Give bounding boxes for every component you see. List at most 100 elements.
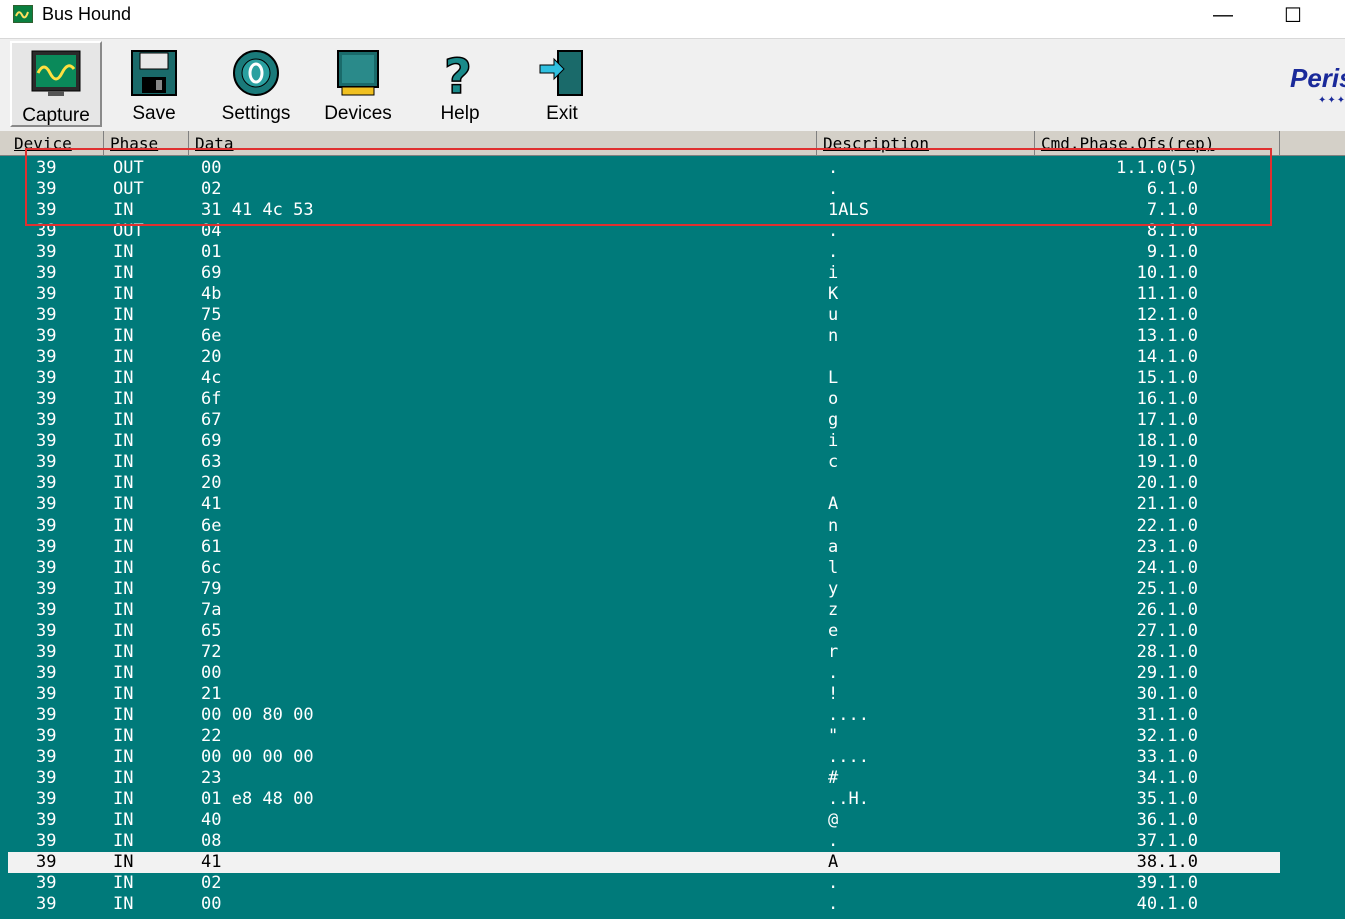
table-row[interactable]: 39 IN 00 00 00 00.... 33.1.0	[8, 747, 1280, 768]
table-row[interactable]: 39 IN 7a z 26.1.0	[8, 600, 1280, 621]
row-description: e	[828, 620, 839, 641]
row-cmd: 29.1.0	[1136, 662, 1198, 683]
row-phase: IN	[113, 410, 134, 431]
row-phase: OUT	[113, 179, 144, 200]
table-row[interactable]: 39 IN 4b K 11.1.0	[8, 284, 1280, 305]
row-phase: IN	[113, 494, 134, 515]
row-cmd: 22.1.0	[1136, 515, 1198, 536]
minimize-button[interactable]: —	[1200, 0, 1246, 30]
row-description: 1ALS	[828, 200, 869, 221]
table-row[interactable]: 39 IN 6f o 16.1.0	[8, 389, 1280, 410]
gear-icon	[230, 47, 282, 99]
row-description: ....	[828, 704, 869, 725]
row-data: 6c	[201, 557, 222, 578]
row-data: 23	[201, 767, 222, 788]
row-data: 00	[201, 662, 222, 683]
table-row[interactable]: 39 IN 08. 37.1.0	[8, 831, 1280, 852]
table-row[interactable]: 39 IN 22 " 32.1.0	[8, 726, 1280, 747]
table-row[interactable]: 39 IN 41 A 38.1.0	[8, 851, 1280, 873]
row-phase: IN	[113, 767, 134, 788]
table-row[interactable]: 39 IN 01. 9.1.0	[8, 242, 1280, 263]
row-device: 39	[36, 683, 57, 704]
row-data: 31 41 4c 53	[201, 200, 314, 221]
table-row[interactable]: 39 OUT 00. 1.1.0(5)	[8, 158, 1280, 179]
table-row[interactable]: 39 IN 4c L 15.1.0	[8, 368, 1280, 389]
table-row[interactable]: 39 IN 79 y 25.1.0	[8, 579, 1280, 600]
row-phase: IN	[113, 830, 134, 851]
row-device: 39	[36, 641, 57, 662]
row-device: 39	[36, 809, 57, 830]
table-row[interactable]: 39 IN 65 e 27.1.0	[8, 621, 1280, 642]
row-cmd: 31.1.0	[1136, 704, 1198, 725]
row-device: 39	[36, 200, 57, 221]
row-data: 41	[201, 851, 222, 872]
row-cmd: 35.1.0	[1136, 788, 1198, 809]
row-data: 4c	[201, 368, 222, 389]
table-row[interactable]: 39 IN 00. 29.1.0	[8, 663, 1280, 684]
table-row[interactable]: 39 IN 21! 30.1.0	[8, 684, 1280, 705]
row-data: 69	[201, 431, 222, 452]
table-row[interactable]: 39 IN 41 A 21.1.0	[8, 494, 1280, 515]
table-row[interactable]: 39 IN 67 g 17.1.0	[8, 410, 1280, 431]
table-row[interactable]: 39 IN 01 e8 48 00 ..H. 35.1.0	[8, 789, 1280, 810]
table-row[interactable]: 39 IN 6c l 24.1.0	[8, 558, 1280, 579]
question-icon: ?	[434, 47, 486, 106]
row-device: 39	[36, 767, 57, 788]
table-row[interactable]: 39 IN 02. 39.1.0	[8, 873, 1280, 894]
capture-button[interactable]: Capture	[10, 41, 102, 127]
row-description: ....	[828, 746, 869, 767]
row-device: 39	[36, 578, 57, 599]
row-phase: IN	[113, 200, 134, 221]
table-row[interactable]: 39 OUT 02. 6.1.0	[8, 179, 1280, 200]
table-row[interactable]: 39 IN 6e n 13.1.0	[8, 326, 1280, 347]
table-row[interactable]: 39 IN 75 u 12.1.0	[8, 305, 1280, 326]
row-device: 39	[36, 557, 57, 578]
table-row[interactable]: 39 IN 00 00 80 00.... 31.1.0	[8, 705, 1280, 726]
table-row[interactable]: 39 IN 6e n 22.1.0	[8, 516, 1280, 537]
row-data: 00	[201, 894, 222, 915]
table-row[interactable]: 39 IN 00. 40.1.0	[8, 894, 1280, 915]
row-phase: IN	[113, 263, 134, 284]
table-row[interactable]: 39 IN 61 a 23.1.0	[8, 537, 1280, 558]
row-description: o	[828, 389, 839, 410]
row-phase: IN	[113, 851, 134, 872]
row-description: .	[828, 894, 839, 915]
column-data[interactable]: Data	[189, 131, 817, 155]
column-device[interactable]: Device	[8, 131, 104, 155]
table-row[interactable]: 39 OUT 04. 8.1.0	[8, 221, 1280, 242]
table-row[interactable]: 39 IN 63 c 19.1.0	[8, 452, 1280, 473]
table-row[interactable]: 39 IN 40 @36.1.0	[8, 810, 1280, 831]
table-row[interactable]: 39 IN 23 #34.1.0	[8, 768, 1280, 789]
column-cmd-phase-ofs[interactable]: Cmd.Phase.Ofs(rep)	[1035, 131, 1280, 155]
column-phase[interactable]: Phase	[104, 131, 189, 155]
row-description: .	[828, 242, 839, 263]
row-device: 39	[36, 894, 57, 915]
table-row[interactable]: 39 IN 69 i 18.1.0	[8, 431, 1280, 452]
row-device: 39	[36, 662, 57, 683]
exit-button[interactable]: Exit	[520, 41, 604, 127]
row-phase: IN	[113, 578, 134, 599]
devices-button[interactable]: Devices	[316, 41, 400, 127]
row-data: 7a	[201, 599, 222, 620]
column-description[interactable]: Description	[817, 131, 1035, 155]
row-cmd: 36.1.0	[1136, 809, 1198, 830]
row-device: 39	[36, 536, 57, 557]
row-data: 63	[201, 452, 222, 473]
table-row[interactable]: 39 IN 20 20.1.0	[8, 473, 1280, 494]
row-data: 20	[201, 347, 222, 368]
row-device: 39	[36, 620, 57, 641]
row-data: 02	[201, 179, 222, 200]
save-button[interactable]: Save	[112, 41, 196, 127]
help-button[interactable]: ? Help	[418, 41, 502, 127]
table-row[interactable]: 39 IN 31 41 4c 53 1ALS 7.1.0	[8, 200, 1280, 221]
row-device: 39	[36, 830, 57, 851]
table-row[interactable]: 39 IN 72 r 28.1.0	[8, 642, 1280, 663]
row-device: 39	[36, 851, 57, 872]
row-phase: IN	[113, 452, 134, 473]
table-row[interactable]: 39 IN 20 14.1.0	[8, 347, 1280, 368]
row-phase: IN	[113, 704, 134, 725]
table-row[interactable]: 39 IN 69 i 10.1.0	[8, 263, 1280, 284]
settings-button[interactable]: Settings	[214, 41, 298, 127]
capture-icon	[30, 49, 82, 101]
maximize-button[interactable]: ☐	[1270, 0, 1316, 30]
